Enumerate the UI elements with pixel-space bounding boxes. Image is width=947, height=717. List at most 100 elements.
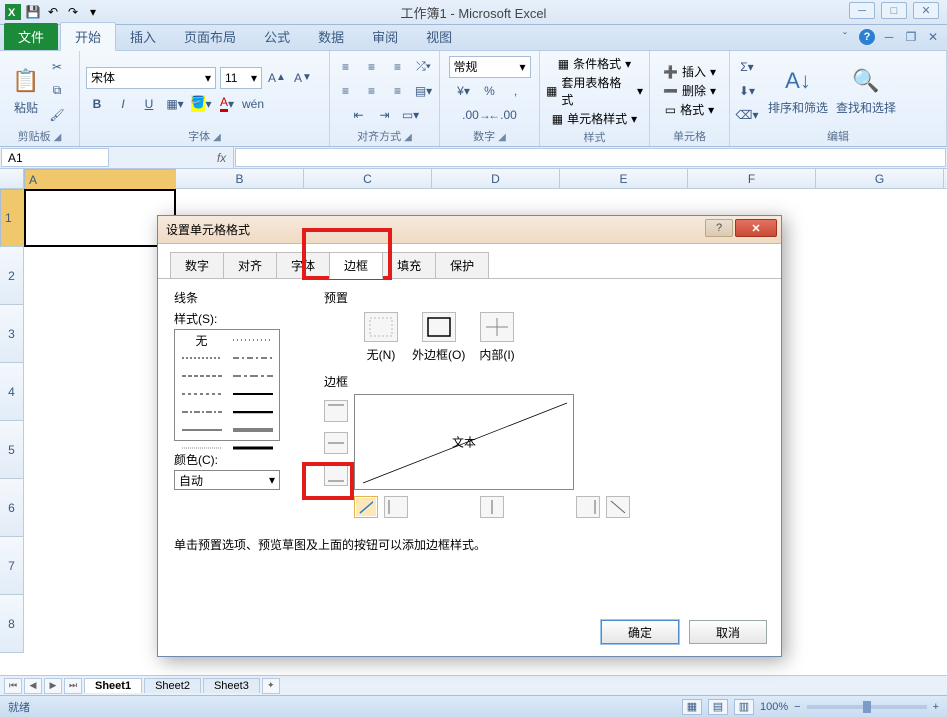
sheet-nav-next[interactable]: ▶	[44, 678, 62, 694]
row-header-4[interactable]: 4	[0, 363, 24, 421]
border-left-button[interactable]	[384, 496, 408, 518]
align-middle-icon[interactable]: ≡	[361, 56, 383, 78]
decrease-decimal-icon[interactable]: ←.00	[492, 104, 514, 126]
doc-restore-icon[interactable]: ❐	[903, 29, 919, 45]
sort-filter-button[interactable]: А↓ 排序和筛选	[764, 63, 832, 118]
align-center-icon[interactable]: ≡	[361, 80, 383, 102]
minimize-button[interactable]: ─	[849, 2, 875, 19]
col-header-a[interactable]: A	[24, 169, 176, 191]
sheet-tab-3[interactable]: Sheet3	[203, 678, 260, 693]
sheet-tab-1[interactable]: Sheet1	[84, 678, 142, 693]
line-style-13[interactable]	[228, 440, 277, 456]
border-right-button[interactable]	[576, 496, 600, 518]
view-page-layout-icon[interactable]: ▤	[708, 699, 728, 715]
border-middle-h-button[interactable]	[324, 432, 348, 454]
align-top-icon[interactable]: ≡	[335, 56, 357, 78]
line-style-5[interactable]	[228, 368, 277, 384]
cells-area[interactable]	[24, 189, 176, 247]
fill-icon[interactable]: ⬇▾	[736, 80, 758, 102]
line-style-7[interactable]	[228, 386, 277, 402]
dialog-tab-alignment[interactable]: 对齐	[223, 252, 277, 278]
tab-view[interactable]: 视图	[412, 23, 466, 50]
bold-button[interactable]: B	[86, 93, 108, 115]
dialog-close-button[interactable]: ✕	[735, 219, 777, 237]
sheet-nav-first[interactable]: ⏮	[4, 678, 22, 694]
line-style-6[interactable]	[177, 386, 226, 402]
border-button[interactable]: ▦▾	[164, 93, 186, 115]
clipboard-launcher-icon[interactable]: ◢	[54, 132, 62, 143]
format-painter-icon[interactable]: 🖌	[46, 104, 68, 126]
copy-icon[interactable]: ⧉	[46, 80, 68, 102]
underline-button[interactable]: U	[138, 93, 160, 115]
ok-button[interactable]: 确定	[601, 620, 679, 644]
zoom-thumb[interactable]	[863, 701, 871, 713]
zoom-in-button[interactable]: +	[933, 701, 939, 713]
row-header-5[interactable]: 5	[0, 421, 24, 479]
insert-cells-button[interactable]: ➕插入▾	[663, 63, 716, 80]
close-button[interactable]: ✕	[913, 2, 939, 19]
qat-dropdown-icon[interactable]: ▾	[84, 3, 102, 21]
delete-cells-button[interactable]: ➖删除▾	[663, 82, 716, 99]
redo-icon[interactable]: ↷	[64, 3, 82, 21]
row-header-2[interactable]: 2	[0, 247, 24, 305]
line-style-picker[interactable]: 无	[174, 329, 280, 441]
increase-indent-icon[interactable]: ⇥	[374, 104, 396, 126]
row-header-6[interactable]: 6	[0, 479, 24, 537]
merge-icon[interactable]: ▭▾	[400, 104, 422, 126]
dialog-tab-font[interactable]: 字体	[276, 252, 330, 278]
currency-icon[interactable]: ¥▾	[453, 80, 475, 102]
align-launcher-icon[interactable]: ◢	[404, 132, 412, 143]
orientation-icon[interactable]: ⤮▾	[413, 56, 435, 78]
table-format-button[interactable]: ▦ 套用表格格式▾	[546, 74, 643, 108]
zoom-slider[interactable]	[807, 705, 927, 709]
preset-inside[interactable]: 内部(I)	[479, 312, 514, 363]
tab-formulas[interactable]: 公式	[250, 23, 304, 50]
preset-outline[interactable]: 外边框(O)	[412, 312, 465, 363]
name-box[interactable]: A1	[1, 148, 109, 167]
col-header-g[interactable]: G	[816, 169, 944, 188]
find-select-button[interactable]: 🔍 查找和选择	[832, 63, 900, 118]
phonetic-icon[interactable]: wén	[242, 93, 264, 115]
border-diagonal-up-button[interactable]	[354, 496, 378, 518]
preset-none[interactable]: 无(N)	[364, 312, 398, 363]
maximize-button[interactable]: □	[881, 2, 907, 19]
save-icon[interactable]: 💾	[24, 3, 42, 21]
tab-page-layout[interactable]: 页面布局	[170, 23, 250, 50]
undo-icon[interactable]: ↶	[44, 3, 62, 21]
dialog-help-button[interactable]: ?	[705, 219, 733, 237]
percent-icon[interactable]: %	[479, 80, 501, 102]
tab-insert[interactable]: 插入	[116, 23, 170, 50]
align-right-icon[interactable]: ≡	[387, 80, 409, 102]
cancel-button[interactable]: 取消	[689, 620, 767, 644]
line-style-4[interactable]	[177, 368, 226, 384]
row-header-3[interactable]: 3	[0, 305, 24, 363]
border-bottom-button[interactable]	[324, 464, 348, 486]
line-style-none[interactable]: 无	[177, 332, 226, 348]
view-normal-icon[interactable]: ▦	[682, 699, 702, 715]
col-header-d[interactable]: D	[432, 169, 560, 188]
line-style-8[interactable]	[177, 404, 226, 420]
line-style-10[interactable]	[177, 422, 226, 438]
decrease-font-icon[interactable]: A▼	[292, 67, 314, 89]
decrease-indent-icon[interactable]: ⇤	[348, 104, 370, 126]
minimize-ribbon-icon[interactable]: ˇ	[837, 29, 853, 45]
tab-data[interactable]: 数据	[304, 23, 358, 50]
select-all-corner[interactable]	[0, 169, 24, 188]
view-page-break-icon[interactable]: ▥	[734, 699, 754, 715]
doc-close-icon[interactable]: ✕	[925, 29, 941, 45]
font-launcher-icon[interactable]: ◢	[213, 132, 221, 143]
doc-min-icon[interactable]: ─	[881, 29, 897, 45]
border-top-button[interactable]	[324, 400, 348, 422]
line-style-2[interactable]	[177, 350, 226, 366]
conditional-format-button[interactable]: ▦ 条件格式▾	[558, 55, 631, 72]
line-style-11[interactable]	[228, 422, 277, 438]
tab-review[interactable]: 审阅	[358, 23, 412, 50]
border-middle-v-button[interactable]	[480, 496, 504, 518]
autosum-icon[interactable]: Σ▾	[736, 56, 758, 78]
border-color-select[interactable]: 自动 ▾	[174, 470, 280, 490]
dialog-title-bar[interactable]: 设置单元格格式 ? ✕	[158, 216, 781, 244]
font-color-button[interactable]: A▾	[216, 93, 238, 115]
paste-button[interactable]: 📋 粘贴	[6, 63, 46, 118]
file-tab[interactable]: 文件	[4, 23, 58, 50]
help-icon[interactable]: ?	[859, 29, 875, 45]
